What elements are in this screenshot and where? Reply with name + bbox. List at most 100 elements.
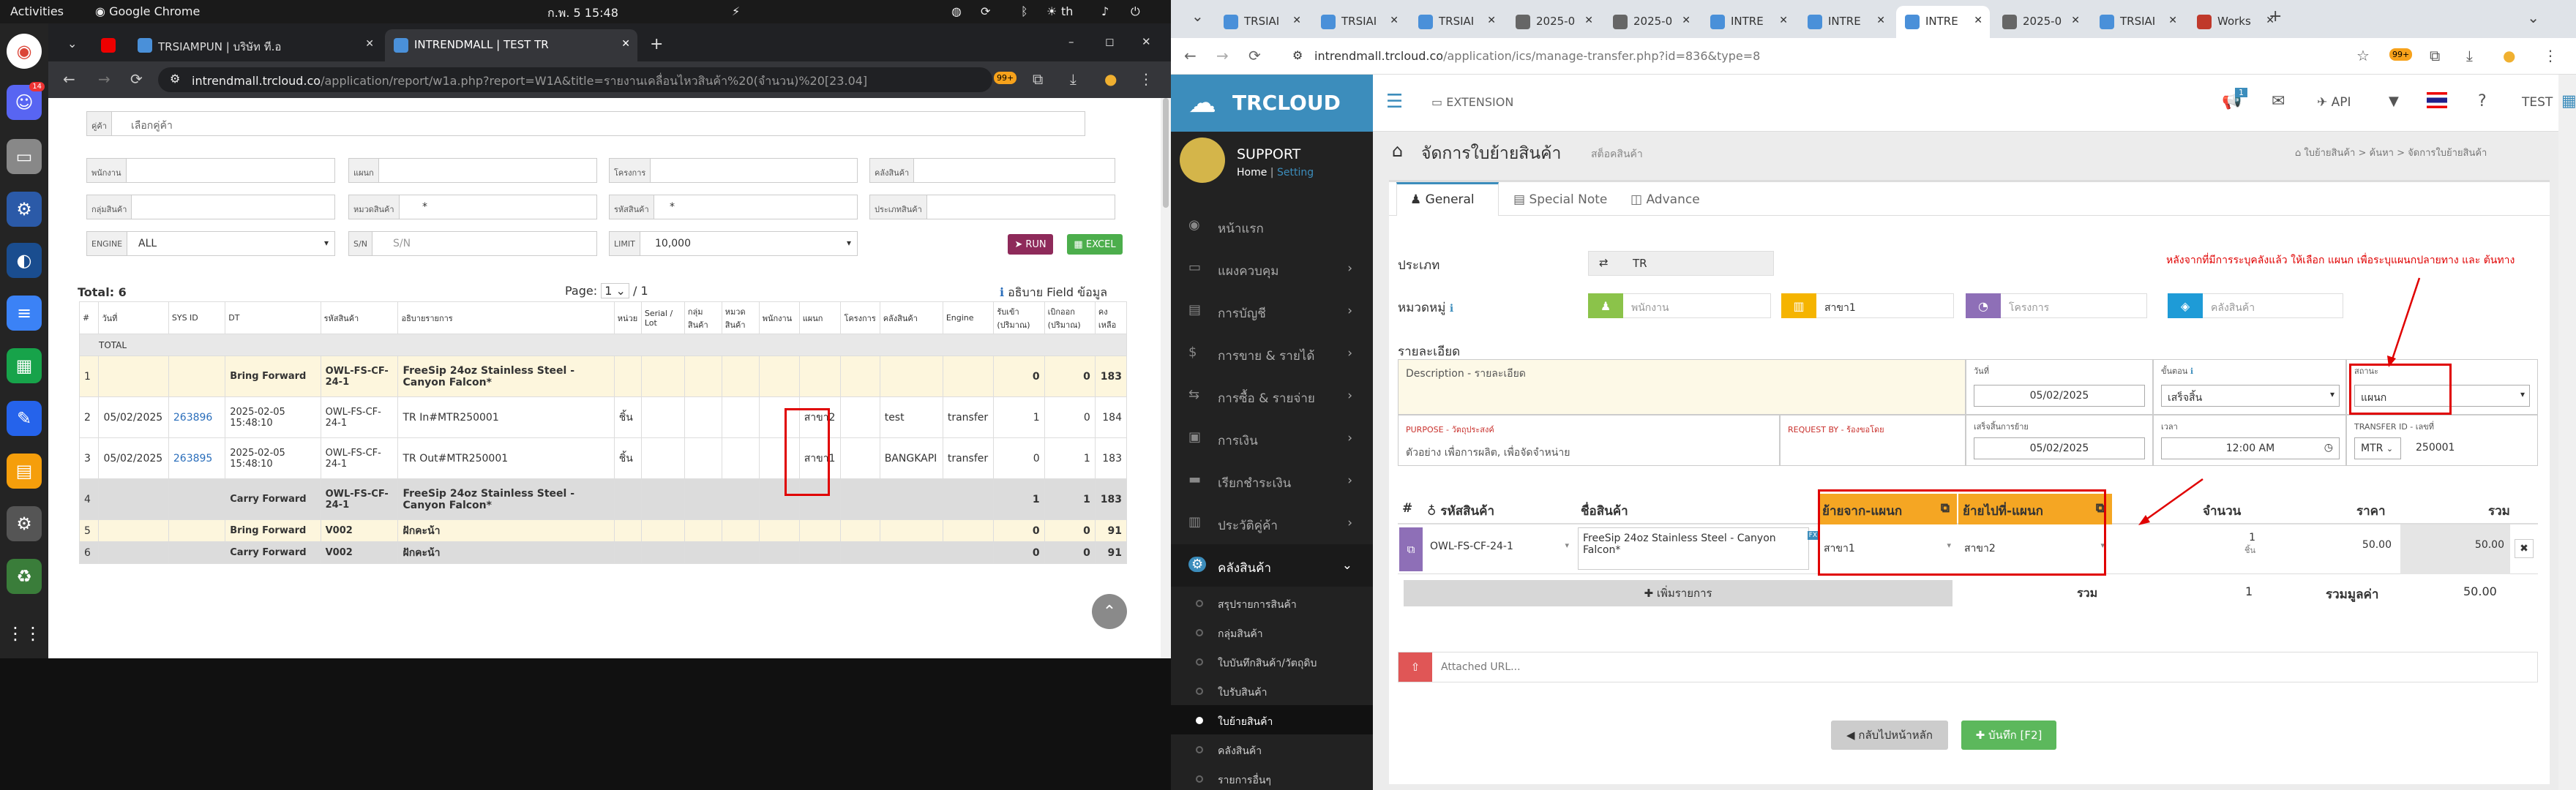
close-tab-icon[interactable]: ✕ (1390, 15, 1399, 26)
sidebar-submenu-item[interactable]: กลุ่มสินค้า (1171, 617, 1373, 647)
clock[interactable]: ก.พ. 5 15:48 (547, 4, 618, 23)
activities-button[interactable]: Activities (10, 4, 64, 18)
product-code-field[interactable]: รหัสสินค้า * (609, 195, 858, 219)
browser-tab[interactable]: 2025-0 ✕ (1604, 6, 1698, 38)
close-tab-icon[interactable]: ✕ (365, 38, 374, 50)
close-tab-icon[interactable]: ✕ (1974, 15, 1982, 26)
steam-dock-icon[interactable]: ⚙ (7, 192, 42, 227)
sidebar-submenu-item[interactable]: ใบรับสินค้า (1171, 676, 1373, 705)
forward-icon[interactable]: → (1216, 47, 1229, 64)
extension-link[interactable]: ▭ EXTENSION (1431, 95, 1513, 109)
browser-tab[interactable]: TRSIAI ✕ (1215, 6, 1308, 38)
description-textarea[interactable]: Description - รายละเอียด (1398, 359, 1966, 415)
tab-search-icon[interactable]: ⌄ (53, 29, 97, 61)
price-input[interactable]: 50.00 (2266, 539, 2397, 551)
sidebar-menu-item[interactable]: $ การขาย & รายได้ › (1171, 332, 1373, 375)
run-button[interactable]: ➤ RUN (1008, 234, 1053, 255)
close-tab-icon[interactable]: ✕ (2071, 15, 2080, 26)
editor-dock-icon[interactable]: ✎ (7, 401, 42, 436)
table-cell[interactable] (168, 519, 226, 542)
sidebar-menu-item[interactable]: ▥ ประวัติคู่ค้า › (1171, 502, 1373, 544)
tab-trsiampun[interactable]: TRSIAMPUN | บริษัท ที.อ ✕ (129, 29, 381, 61)
thai-flag-icon[interactable] (2427, 92, 2447, 108)
tid-value[interactable]: 250001 (2416, 442, 2455, 454)
browser-tab[interactable]: INTRE ✕ (1701, 6, 1795, 38)
api-link[interactable]: ✈ API (2317, 95, 2351, 110)
sheets-dock-icon[interactable]: ▦ (7, 348, 42, 383)
employee-field[interactable]: พนักงาน (86, 158, 335, 183)
extensions-icon[interactable]: ⧉ (1033, 70, 1043, 88)
warehouse-input[interactable]: ◈ คลังสินค้า (2168, 293, 2343, 318)
browser-tab[interactable]: 2025-0 ✕ (1507, 6, 1600, 38)
close-tab-icon[interactable]: ✕ (2168, 15, 2177, 26)
back-to-main-button[interactable]: ◀ กลับไปหน้าหลัก (1831, 721, 1948, 750)
tray-bt-icon[interactable]: ᛒ (1021, 4, 1028, 18)
fx-icon[interactable]: FX (1807, 531, 1819, 540)
forward-icon[interactable]: → (98, 70, 111, 88)
limit-select[interactable]: LIMIT 10,000 ▾ (609, 231, 858, 256)
warehouse-field[interactable]: คลังสินค้า (869, 158, 1115, 183)
close-tab-icon[interactable]: ✕ (1487, 15, 1496, 26)
tab-special-note[interactable]: ▤ Special Note (1513, 182, 1607, 216)
engine-select[interactable]: ENGINE ALL ▾ (86, 231, 335, 256)
table-cell[interactable] (168, 541, 226, 564)
docs-dock-icon[interactable]: ≡ (7, 296, 42, 331)
row-drag-handle[interactable]: ⧉ (1399, 527, 1423, 571)
table-cell[interactable]: 263896 (168, 396, 226, 438)
date-input[interactable]: 05/02/2025 (1974, 385, 2145, 407)
profile-avatar-icon[interactable]: ● (2503, 47, 2515, 64)
tab-intrendmall[interactable]: INTRENDMALL | TEST TR ✕ (385, 29, 637, 61)
table-cell[interactable] (168, 478, 226, 520)
browser-tab[interactable]: TRSIAI ✕ (1312, 6, 1406, 38)
purpose-cell[interactable]: PURPOSE - วัตถุประสงค์ ตัวอย่าง เพื่อการผ… (1398, 415, 1780, 466)
excel-button[interactable]: ▦ EXCEL (1067, 234, 1123, 255)
browser-tab[interactable]: TRSIAI ✕ (2091, 6, 2184, 38)
time-input[interactable]: 12:00 AM ◷ (2161, 437, 2340, 459)
discord-dock-icon[interactable]: ☺ 14 (7, 82, 45, 120)
app-menu[interactable]: ◉ Google Chrome (95, 4, 200, 18)
download-icon[interactable]: ⤓ (1070, 70, 1077, 88)
power-icon[interactable]: ⏻ (1131, 4, 1140, 19)
field-desc-link[interactable]: ℹ อธิบาย Field ข้อมูล (1000, 284, 1107, 302)
sidebar-menu-item[interactable]: ⇆ การซื้อ & รายจ่าย › (1171, 375, 1373, 417)
close-tab-icon[interactable]: ✕ (1682, 15, 1690, 26)
product-type-field[interactable]: ประเภทสินค้า (869, 195, 1115, 219)
extension-badge[interactable]: 99+ (994, 72, 1017, 84)
request-cell[interactable]: REQUEST BY - ร้องขอโดย (1780, 415, 1966, 466)
chrome-dock-icon[interactable]: ◉ (7, 34, 42, 69)
mail-icon[interactable]: ✉ (2272, 92, 2285, 110)
apps-grid-icon[interactable]: ▦ (2561, 92, 2576, 110)
tab-search-icon[interactable]: ⌄ (1191, 7, 1204, 25)
sidebar-menu-item[interactable]: ▭ แผงควบคุม › (1171, 247, 1373, 290)
setting-link[interactable]: Setting (1277, 167, 1314, 178)
tid-prefix-select[interactable]: MTR ⌄ (2354, 437, 2401, 459)
employee-input[interactable]: ♟ พนักงาน (1588, 293, 1771, 318)
tray-sound-icon[interactable]: ♪ (1101, 4, 1109, 18)
done-date-input[interactable]: 05/02/2025 (1974, 437, 2145, 459)
tab-advance[interactable]: ◫ Advance (1630, 182, 1700, 216)
category-field[interactable]: หมวดสินค้า * (348, 195, 597, 219)
sn-field[interactable]: S/N S/N (348, 231, 597, 256)
close-tab-icon[interactable]: ✕ (1292, 15, 1301, 26)
customer-select[interactable]: คู่ค้า เลือกคู่ค้า (86, 111, 1085, 136)
sidebar-menu-item[interactable]: ◉ หน้าแรก (1171, 205, 1373, 247)
user-menu[interactable]: TEST (2522, 95, 2553, 110)
sidebar-toggle-icon[interactable]: ☰ (1386, 91, 1403, 113)
discord-tray-icon[interactable]: ◍ (951, 4, 962, 18)
tab-search-icon[interactable]: ⌄ (2527, 9, 2539, 26)
add-row-button[interactable]: ✚ เพิ่มรายการ (1404, 580, 1952, 606)
table-cell[interactable]: 263895 (168, 437, 226, 479)
sidebar-menu-item[interactable]: ▣ การเงิน › (1171, 417, 1373, 459)
product-group-field[interactable]: กลุ่มสินค้า (86, 195, 335, 219)
step-select[interactable]: เสร็จสิ้น ▾ (2161, 385, 2340, 407)
reload-icon[interactable]: ⟳ (1248, 47, 1261, 64)
sidebar-submenu-item[interactable]: รายการอื่นๆ (1171, 764, 1373, 790)
home-link[interactable]: Home (1237, 167, 1267, 178)
close-tab-icon[interactable]: ✕ (621, 38, 630, 50)
brand-logo[interactable]: ☁ TRCLOUD (1171, 75, 1373, 132)
browser-tab[interactable]: INTRE ✕ (1799, 6, 1892, 38)
item-code-select[interactable]: OWL-FS-CF-24-1 ▾ (1427, 535, 1572, 561)
remove-row-button[interactable]: ✖ (2515, 539, 2534, 558)
item-name-textarea[interactable]: FreeSip 24oz Stainless Steel - Canyon Fa… (1578, 527, 1819, 570)
browser-tab[interactable]: Works ✕ (2188, 6, 2282, 38)
